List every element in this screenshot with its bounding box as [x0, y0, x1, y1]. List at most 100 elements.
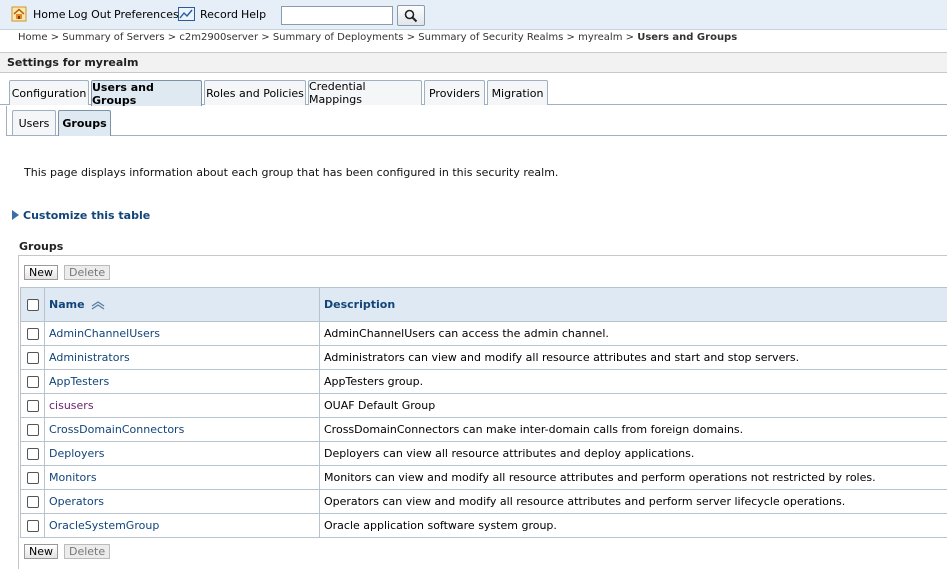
- customize-table-link[interactable]: Customize this table: [12, 209, 150, 222]
- help-link[interactable]: Help: [241, 8, 266, 21]
- tab-credential-mappings[interactable]: Credential Mappings: [308, 80, 422, 106]
- name-column-header[interactable]: Name: [44, 287, 320, 322]
- primary-tabs: Configuration Users and Groups Roles and…: [0, 80, 947, 107]
- table-row: CrossDomainConnectors CrossDomainConnecto…: [20, 417, 947, 442]
- page-title: Settings for myrealm: [7, 56, 139, 69]
- group-name-link[interactable]: cisusers: [49, 399, 94, 412]
- groups-table: Name Description AdminChannelUsers AdminC…: [20, 287, 947, 538]
- tab-migration[interactable]: Migration: [487, 80, 548, 105]
- row-checkbox[interactable]: [26, 424, 39, 436]
- row-select-cell: [20, 393, 45, 418]
- row-select-cell: [20, 321, 45, 346]
- breadcrumb-summary-of-servers[interactable]: Summary of Servers >: [62, 32, 176, 43]
- breadcrumb: Home > Summary of Servers > c2m2900serve…: [18, 32, 737, 43]
- search-input[interactable]: [281, 6, 393, 25]
- table-header-row: Name Description: [20, 287, 947, 322]
- group-name-link[interactable]: CrossDomainConnectors: [49, 423, 184, 436]
- row-select-cell: [20, 369, 45, 394]
- row-select-cell: [20, 345, 45, 370]
- customize-label: Customize this table: [23, 209, 151, 222]
- group-name-cell: Administrators: [44, 345, 320, 370]
- subtab-users[interactable]: Users: [12, 110, 56, 135]
- tab-roles-and-policies[interactable]: Roles and Policies: [204, 80, 306, 105]
- row-select-cell: [20, 441, 45, 466]
- tab-configuration[interactable]: Configuration: [9, 80, 89, 105]
- row-checkbox[interactable]: [26, 352, 39, 364]
- table-row: AppTesters AppTesters group.: [20, 369, 947, 394]
- home-icon[interactable]: [11, 6, 27, 22]
- new-button-top[interactable]: New: [24, 265, 58, 280]
- group-description-cell: Deployers can view all resource attribut…: [319, 441, 947, 466]
- new-button-bottom[interactable]: New: [24, 544, 58, 559]
- subtab-groups[interactable]: Groups: [58, 110, 111, 136]
- group-description-cell: Administrators can view and modify all r…: [319, 345, 947, 370]
- row-select-cell: [20, 489, 45, 514]
- group-name-link[interactable]: Deployers: [49, 447, 105, 460]
- table-row: AdminChannelUsers AdminChannelUsers can a…: [20, 321, 947, 346]
- group-name-cell: AppTesters: [44, 369, 320, 394]
- record-link[interactable]: Record: [200, 8, 238, 21]
- record-icon[interactable]: [178, 7, 195, 21]
- group-description-cell: AppTesters group.: [319, 369, 947, 394]
- delete-button-top: Delete: [64, 265, 111, 280]
- table-row: Administrators Administrators can view an…: [20, 345, 947, 370]
- row-checkbox[interactable]: [26, 472, 39, 484]
- row-checkbox[interactable]: [26, 400, 39, 412]
- table-row: OracleSystemGroup Oracle application soft…: [20, 513, 947, 538]
- group-name-cell: OracleSystemGroup: [44, 513, 320, 538]
- table-row: cisusers OUAF Default Group: [20, 393, 947, 418]
- select-all-cell: [20, 287, 45, 322]
- group-description-cell: OUAF Default Group: [319, 393, 947, 418]
- group-name-cell: Monitors: [44, 465, 320, 490]
- row-checkbox[interactable]: [26, 448, 39, 460]
- table-row: Deployers Deployers can view all resource…: [20, 441, 947, 466]
- group-name-link[interactable]: Administrators: [49, 351, 130, 364]
- table-row: Monitors Monitors can view and modify all…: [20, 465, 947, 490]
- settings-header: Settings for myrealm: [0, 52, 947, 73]
- delete-button-bottom: Delete: [64, 544, 111, 559]
- row-checkbox[interactable]: [26, 520, 39, 532]
- breadcrumb-summary-of-deployments[interactable]: Summary of Deployments >: [273, 32, 415, 43]
- row-select-cell: [20, 417, 45, 442]
- group-name-cell: cisusers: [44, 393, 320, 418]
- logout-link[interactable]: Log Out: [68, 8, 111, 21]
- breadcrumb-home[interactable]: Home >: [18, 32, 59, 43]
- group-name-link[interactable]: Monitors: [49, 471, 97, 484]
- search-button[interactable]: [397, 5, 425, 26]
- description-column-header[interactable]: Description: [319, 287, 947, 322]
- row-checkbox[interactable]: [26, 328, 39, 340]
- group-name-cell: AdminChannelUsers: [44, 321, 320, 346]
- breadcrumb-server[interactable]: c2m2900server >: [179, 32, 269, 43]
- group-name-link[interactable]: AppTesters: [49, 375, 109, 388]
- select-all-checkbox[interactable]: [26, 299, 39, 311]
- group-description-cell: Oracle application software system group…: [319, 513, 947, 538]
- groups-table-panel: New Delete Name Description AdminChannel…: [18, 255, 947, 569]
- breadcrumb-myrealm[interactable]: myrealm >: [578, 32, 634, 43]
- group-description-cell: Operators can view and modify all resour…: [319, 489, 947, 514]
- sort-ascending-icon[interactable]: [91, 300, 105, 310]
- expand-triangle-icon: [12, 210, 19, 220]
- group-name-link[interactable]: OracleSystemGroup: [49, 519, 159, 532]
- row-select-cell: [20, 513, 45, 538]
- home-link[interactable]: Home: [33, 8, 65, 21]
- preferences-link[interactable]: Preferences: [114, 8, 179, 21]
- groups-section-title: Groups: [19, 240, 64, 253]
- row-select-cell: [20, 465, 45, 490]
- group-name-link[interactable]: AdminChannelUsers: [49, 327, 160, 340]
- group-description-cell: CrossDomainConnectors can make inter-dom…: [319, 417, 947, 442]
- top-toolbar: Home Log Out Preferences Record Help: [0, 0, 947, 30]
- name-column-label: Name: [49, 298, 85, 311]
- tab-users-and-groups[interactable]: Users and Groups: [91, 80, 202, 107]
- breadcrumb-summary-of-security-realms[interactable]: Summary of Security Realms >: [418, 32, 575, 43]
- row-checkbox[interactable]: [26, 496, 39, 508]
- group-description-cell: Monitors can view and modify all resourc…: [319, 465, 947, 490]
- group-name-cell: Operators: [44, 489, 320, 514]
- group-name-cell: Deployers: [44, 441, 320, 466]
- group-name-cell: CrossDomainConnectors: [44, 417, 320, 442]
- row-checkbox[interactable]: [26, 376, 39, 388]
- group-name-link[interactable]: Operators: [49, 495, 104, 508]
- group-description-cell: AdminChannelUsers can access the admin c…: [319, 321, 947, 346]
- tab-providers[interactable]: Providers: [424, 80, 485, 105]
- breadcrumb-current: Users and Groups: [637, 32, 738, 43]
- table-row: Operators Operators can view and modify a…: [20, 489, 947, 514]
